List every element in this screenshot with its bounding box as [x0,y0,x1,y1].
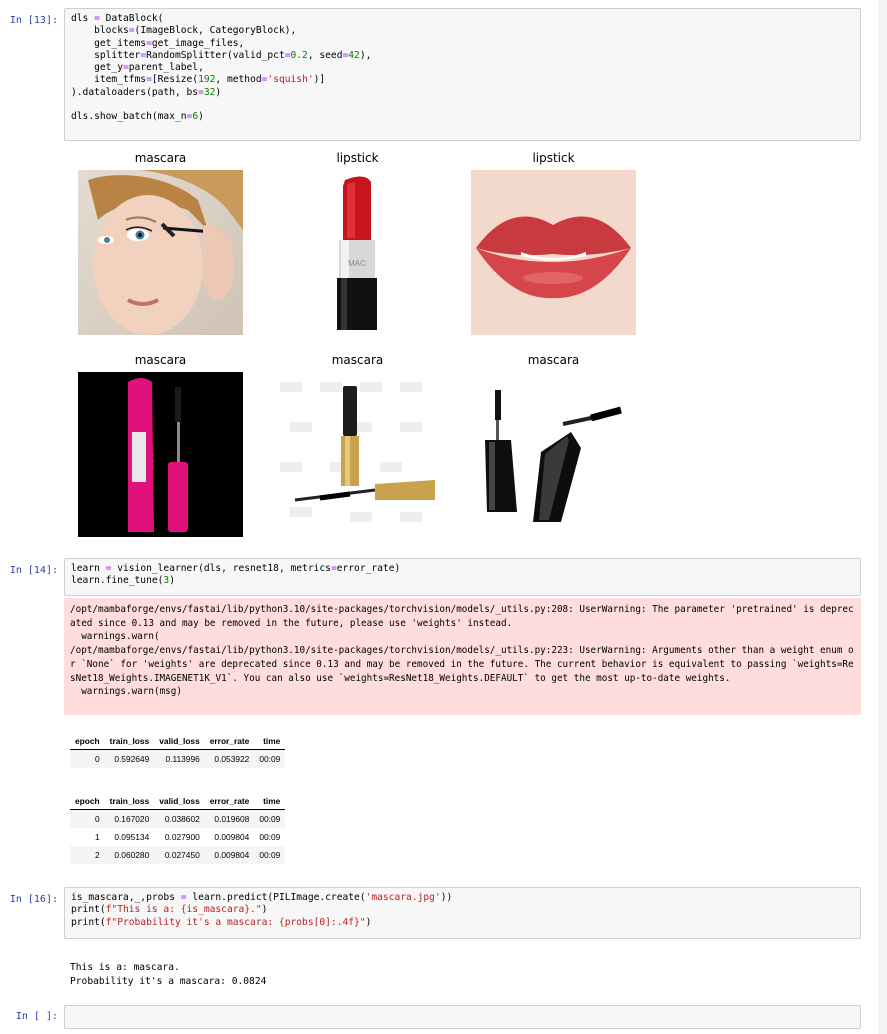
code-line: is_mascara,_,probs = learn.predict(PILIm… [71,892,453,903]
empty-cell-prompt: In [ ]: [15,1011,58,1022]
table-cell: 0.027900 [164,832,200,842]
empty-cell-input[interactable] [64,1005,861,1029]
cell-13-prompt: In [13]: [9,15,58,26]
batch-label-1: mascara [134,151,187,165]
cell-14-code: learn = vision_learner(dls, resnet18, me… [65,559,860,592]
cell-16-input[interactable]: is_mascara,_,probs = learn.predict(PILIm… [64,887,861,939]
table-header-row: epoch train_loss valid_loss error_rate time [70,793,286,810]
table-header-cell: time [254,793,286,810]
code-line: print(f"Probability it's a mascara: {pro… [71,916,372,928]
cell-16-prompt: In [16]: [9,894,58,905]
table-cell: 0.009804 [204,846,255,864]
table-header-cell: epoch [70,733,105,750]
table-cell: 0.113996 [154,749,205,768]
table-cell: 0.027450 [154,846,205,864]
table-header-cell: error_rate [204,733,255,750]
cell-16-code: is_mascara,_,probs = learn.predict(PILIm… [65,888,860,933]
table-header-row: epoch train_loss valid_loss error_rate time [70,733,286,750]
table-cell: 0.167020 [104,809,155,828]
code-line: dls.show_batch(max_n=6) [71,111,204,123]
batch-image-mascara-stock [275,372,440,537]
table-cell: 0.009804 [214,832,250,842]
training-table-1: epoch train_loss valid_loss error_rate time … [70,733,286,768]
table-cell: 0.053922 [204,749,255,768]
batch-image-woman-mascara [78,170,243,335]
training-table-2: epoch train_loss valid_loss error_rate time … [70,793,286,864]
code-line: learn.fine_tune(3) [71,575,175,587]
table-cell: 0.095134 [114,832,150,842]
code-line: blocks=(ImageBlock, CategoryBlock), [71,25,297,37]
cell-16-stdout: This is a: mascara. Probability it's a m… [70,962,267,987]
table-header-cell: train_loss [104,733,155,750]
table-cell: 00:09 [259,832,281,842]
code-line: print(f"This is a: {is_mascara}.") [71,904,268,916]
table-cell: 00:09 [254,749,286,768]
table-header-cell: error_rate [204,793,255,810]
cell-13-code: dls = DataBlock( blocks=(ImageBlock, Cat… [65,9,860,128]
code-line: learn = vision_learner(dls, resnet18, me… [71,563,401,574]
code-line: get_y=parent_label, [71,62,204,74]
table-cell: 2 [70,846,105,864]
table-header-cell: time [254,733,286,750]
cell-14-input[interactable]: learn = vision_learner(dls, resnet18, me… [64,558,861,596]
batch-label-5: mascara [331,353,384,367]
code-line: ).dataloaders(path, bs=32) [71,86,222,98]
scrollbar[interactable] [878,0,887,1034]
table-cell: 0 [70,749,105,768]
table-cell: 0 [70,809,105,828]
table-header-cell: valid_loss [154,793,205,810]
batch-image-red-lips [471,170,636,335]
table-header-cell: train_loss [104,793,155,810]
svg-text:MAC: MAC [348,259,366,268]
table-cell: 0.060280 [104,846,155,864]
code-line: dls = DataBlock( [71,13,164,24]
cell-14-prompt: In [14]: [9,565,58,576]
batch-label-3: lipstick [532,151,575,165]
table-cell: 0.038602 [154,809,205,828]
table-cell: 00:09 [254,809,286,828]
table-cell: 00:09 [254,846,286,864]
batch-label-6: mascara [527,353,580,367]
batch-label-4: mascara [134,353,187,367]
table-row: 2 0.060280 0.027450 0.009804 00:09 [70,846,286,864]
table-header-cell: epoch [70,793,105,810]
cell-14-stderr: /opt/mambaforge/envs/fastai/lib/python3.… [64,598,861,715]
table-cell: 1 [95,832,100,842]
table-header-cell: valid_loss [154,733,205,750]
table-row: 1 0.095134 0.027900 0.009804 00:09 [70,828,285,846]
batch-label-2: lipstick [336,151,379,165]
batch-image-pink-mascara: ZOOM [78,372,243,537]
svg-text:ZOOM: ZOOM [147,445,156,469]
code-line: splitter=RandomSplitter(valid_pct=0.2, s… [71,49,372,61]
batch-image-lipstick-tube: MAC [275,170,440,335]
code-line: get_items=get_image_files, [71,37,245,49]
table-cell: 0.592649 [104,749,155,768]
table-cell: 0.019608 [204,809,255,828]
table-row: 0 0.167020 0.038602 0.019608 00:09 [70,809,286,828]
cell-13-input[interactable]: dls = DataBlock( blocks=(ImageBlock, Cat… [64,8,861,141]
batch-image-black-mascaras [471,372,636,537]
code-line: item_tfms=[Resize(192, method='squish')] [71,74,326,86]
table-row: 0 0.592649 0.113996 0.053922 00:09 [70,749,286,768]
stderr-text: /opt/mambaforge/envs/fastai/lib/python3.… [70,604,854,698]
